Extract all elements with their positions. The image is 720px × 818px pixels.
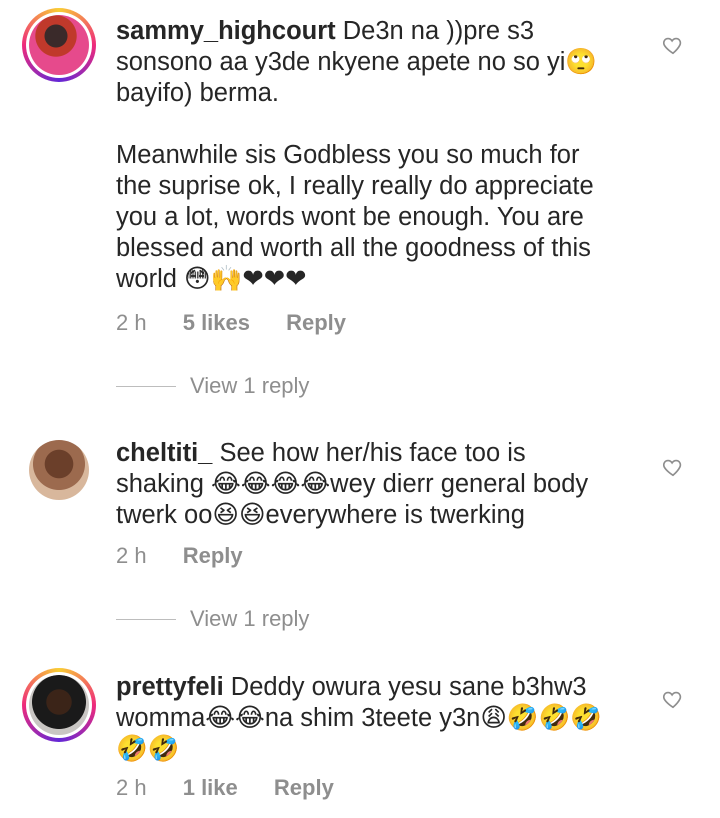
comment-text-line: See how her/his face too is [219,439,526,467]
avatar-frame[interactable] [22,433,96,507]
comment-text-line: shaking 😂😂😂😂wey dierr general body [116,470,589,498]
comment-text-line: twerk oo😆😆everywhere is twerking [116,501,525,529]
reply-button[interactable]: Reply [286,310,346,335]
reply-button[interactable]: Reply [183,543,243,568]
comment-text-line: De3n na ))pre s3 [342,17,535,45]
comment-text-line: sonsono aa y3de nkyene apete no so yi🙄 [116,48,598,76]
view-replies-label: View 1 reply [190,373,310,398]
reply-divider-line [116,618,176,620]
heart-outline-icon[interactable] [662,688,684,710]
avatar-story-ring[interactable] [22,668,96,742]
comment-text-line: the suprise ok, I really really do appre… [116,172,594,200]
view-replies-label: View 1 reply [190,606,310,631]
comment-body: cheltiti_ See how her/his face too is sh… [116,438,626,531]
comment-text-line: you a lot, words wont be enough. You are [116,203,584,231]
comment-time: 2 h [116,543,147,568]
heart-outline-icon[interactable] [662,456,684,478]
comment-blank-line [116,109,626,140]
comment-text-line: womma😂😂na shim 3teete y3n😩🤣🤣🤣 [116,704,603,732]
comment-body: prettyfeli Deddy owura yesu sane b3hw3 w… [116,672,626,765]
comment-time: 2 h [116,310,147,335]
avatar [29,15,89,75]
comment-text-line: blessed and worth all the goodness of th… [116,234,591,262]
comment-username[interactable]: cheltiti_ [116,439,212,467]
comment-text-line: Deddy owura yesu sane b3hw3 [230,673,587,701]
avatar [29,440,89,500]
comment-text-line: bayifo) berma. [116,79,279,107]
comment-text-line: world 😳🙌❤❤❤ [116,265,307,293]
reply-button[interactable]: Reply [274,775,334,800]
comment-text-line: 🤣🤣 [116,735,180,763]
comment-text-line: Meanwhile sis Godbless you so much for [116,141,580,169]
comment-username[interactable]: prettyfeli [116,673,224,701]
likes-count[interactable]: 5 likes [183,310,250,335]
avatar [29,675,89,735]
comment-meta: 2 h Reply [116,543,273,569]
view-replies-button[interactable]: View 1 reply [116,373,309,399]
comment-meta: 2 h 1 like Reply [116,775,364,801]
heart-outline-icon[interactable] [662,34,684,56]
comment-meta: 2 h 5 likes Reply [116,310,376,336]
comment-body: sammy_highcourt De3n na ))pre s3 sonsono… [116,16,626,295]
avatar-frame [26,12,92,78]
avatar-frame [26,672,92,738]
comment-username[interactable]: sammy_highcourt [116,17,336,45]
reply-divider-line [116,385,176,387]
comment-time: 2 h [116,775,147,800]
view-replies-button[interactable]: View 1 reply [116,606,309,632]
avatar-story-ring[interactable] [22,8,96,82]
likes-count[interactable]: 1 like [183,775,238,800]
